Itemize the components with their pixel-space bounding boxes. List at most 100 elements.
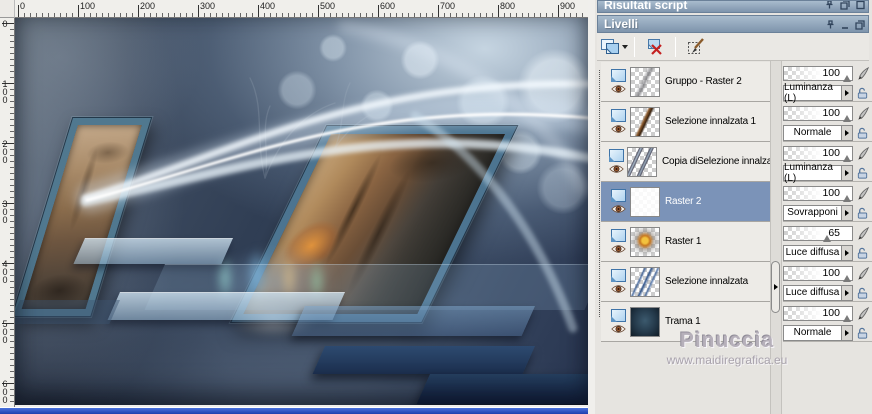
brush-icon[interactable] bbox=[856, 146, 871, 161]
layer-thumbnail[interactable] bbox=[630, 66, 660, 97]
layer-row-selected[interactable]: Raster 2 bbox=[601, 182, 770, 222]
layer-row[interactable]: Raster 1 bbox=[601, 222, 770, 262]
dropdown-arrow-icon[interactable] bbox=[622, 44, 628, 49]
layer-name: Raster 1 bbox=[665, 236, 702, 247]
layer-thumbnail[interactable] bbox=[630, 266, 660, 297]
blend-mode-select[interactable]: Normale bbox=[783, 124, 853, 141]
opacity-slider[interactable]: 65 bbox=[783, 225, 853, 242]
blend-mode-value: Normale bbox=[793, 327, 832, 338]
delete-layer-button[interactable] bbox=[641, 35, 669, 58]
opacity-slider[interactable]: 100 bbox=[783, 65, 853, 82]
visibility-eye-icon[interactable] bbox=[610, 324, 626, 334]
lock-icon[interactable] bbox=[856, 166, 869, 180]
brush-icon[interactable] bbox=[856, 66, 871, 81]
lock-icon[interactable] bbox=[856, 246, 869, 260]
visibility-eye-icon[interactable] bbox=[610, 124, 626, 134]
layer-group-bracket bbox=[599, 70, 600, 317]
layer-thumbnail[interactable] bbox=[630, 226, 660, 257]
opacity-slider-thumb[interactable] bbox=[843, 274, 851, 282]
layer-row[interactable]: Trama 1 bbox=[601, 302, 770, 342]
blend-mode-select[interactable]: Luminanza (L) bbox=[783, 162, 853, 184]
layer-type-icon bbox=[610, 309, 626, 322]
lock-icon[interactable] bbox=[856, 126, 869, 140]
brush-icon[interactable] bbox=[856, 306, 871, 321]
restore-icon[interactable] bbox=[855, 20, 865, 30]
minimize-icon[interactable] bbox=[841, 20, 849, 30]
visibility-eye-icon[interactable] bbox=[609, 164, 624, 174]
blend-mode-select[interactable]: Luce diffusa bbox=[783, 284, 853, 301]
layer-row[interactable]: Gruppo - Raster 2 bbox=[601, 62, 770, 102]
layer-name: Trama 1 bbox=[665, 316, 701, 327]
visibility-eye-icon[interactable] bbox=[610, 204, 626, 214]
dropdown-arrow-button[interactable] bbox=[841, 205, 852, 220]
layer-thumbnail[interactable] bbox=[630, 306, 660, 337]
splitter-handle[interactable] bbox=[771, 261, 780, 313]
blend-mode-select[interactable]: Luce diffusa bbox=[783, 244, 853, 261]
vertical-ruler[interactable]: 0 100 200 300 400 500 600 bbox=[0, 18, 15, 407]
layer-thumbnail[interactable] bbox=[630, 106, 660, 137]
watermark-url: www.maidiregrafica.eu bbox=[666, 353, 788, 367]
brush-icon[interactable] bbox=[856, 226, 871, 241]
panel-splitter[interactable] bbox=[770, 61, 782, 414]
blend-mode-select[interactable]: Normale bbox=[783, 324, 853, 341]
ruler-label: 500 bbox=[2, 319, 8, 345]
dropdown-arrow-button[interactable] bbox=[841, 285, 852, 300]
layer-name: Copia diSelezione innalza bbox=[662, 156, 770, 167]
visibility-eye-icon[interactable] bbox=[610, 284, 626, 294]
opacity-slider-thumb[interactable] bbox=[843, 114, 851, 122]
opacity-value: 100 bbox=[822, 306, 840, 319]
layers-palette-body: Gruppo - Raster 2 Selezione innalzata 1 … bbox=[597, 61, 872, 414]
new-layer-icon bbox=[601, 38, 619, 54]
new-layer-button[interactable] bbox=[600, 35, 628, 58]
opacity-slider[interactable]: 100 bbox=[783, 145, 853, 162]
lock-icon[interactable] bbox=[856, 86, 869, 100]
layer-properties: 100 Luce diffusa bbox=[783, 262, 872, 302]
edit-selection-button[interactable] bbox=[682, 35, 710, 58]
pin-icon[interactable] bbox=[825, 0, 834, 10]
layer-row[interactable]: Copia diSelezione innalza bbox=[601, 142, 770, 182]
restore-icon[interactable] bbox=[840, 0, 850, 10]
canvas[interactable] bbox=[15, 18, 588, 405]
opacity-slider[interactable]: 100 bbox=[783, 105, 853, 122]
opacity-slider[interactable]: 100 bbox=[783, 305, 853, 322]
dropdown-arrow-button[interactable] bbox=[841, 85, 852, 100]
edit-selection-icon bbox=[687, 37, 704, 54]
layer-type-icon bbox=[610, 229, 626, 242]
blend-mode-select[interactable]: Luminanza (L) bbox=[783, 82, 853, 104]
layer-row[interactable]: Selezione innalzata 1 bbox=[601, 102, 770, 142]
dropdown-arrow-button[interactable] bbox=[841, 165, 852, 180]
opacity-slider-thumb[interactable] bbox=[843, 74, 851, 82]
opacity-slider-thumb[interactable] bbox=[822, 234, 831, 242]
layer-thumbnail[interactable] bbox=[627, 146, 657, 177]
visibility-eye-icon[interactable] bbox=[610, 84, 626, 94]
lock-icon[interactable] bbox=[856, 326, 869, 340]
visibility-eye-icon[interactable] bbox=[610, 244, 626, 254]
blend-mode-select[interactable]: Sovrapponi bbox=[783, 204, 853, 221]
opacity-slider-thumb[interactable] bbox=[843, 154, 851, 162]
layer-properties: 100 Luminanza (L) bbox=[783, 62, 872, 104]
image-editor-area: 0 100 200 300 400 500 600 700 800 900 0 … bbox=[0, 0, 595, 414]
brush-icon[interactable] bbox=[856, 106, 871, 121]
pin-icon[interactable] bbox=[826, 20, 835, 30]
ruler-label: 600 bbox=[2, 379, 8, 405]
layer-properties: 65 Luce diffusa bbox=[783, 222, 872, 262]
ruler-label: 800 bbox=[500, 1, 516, 11]
lock-icon[interactable] bbox=[856, 286, 869, 300]
dropdown-arrow-button[interactable] bbox=[841, 245, 852, 260]
lock-icon[interactable] bbox=[856, 206, 869, 220]
brush-icon[interactable] bbox=[856, 266, 871, 281]
layer-type-icon bbox=[610, 69, 626, 82]
dropdown-arrow-button[interactable] bbox=[841, 325, 852, 340]
dropdown-arrow-button[interactable] bbox=[841, 125, 852, 140]
layer-name: Gruppo - Raster 2 bbox=[665, 76, 742, 87]
opacity-slider[interactable]: 100 bbox=[783, 185, 853, 202]
horizontal-ruler[interactable]: 0 100 200 300 400 500 600 700 800 900 bbox=[15, 0, 588, 18]
brush-icon[interactable] bbox=[856, 186, 871, 201]
maximize-icon[interactable] bbox=[856, 0, 865, 10]
opacity-slider-thumb[interactable] bbox=[843, 194, 851, 202]
opacity-slider[interactable]: 100 bbox=[783, 265, 853, 282]
opacity-slider-thumb[interactable] bbox=[843, 314, 851, 322]
layer-thumbnail[interactable] bbox=[630, 186, 660, 217]
layer-row[interactable]: Selezione innalzata bbox=[601, 262, 770, 302]
ruler-label: 300 bbox=[200, 1, 216, 11]
